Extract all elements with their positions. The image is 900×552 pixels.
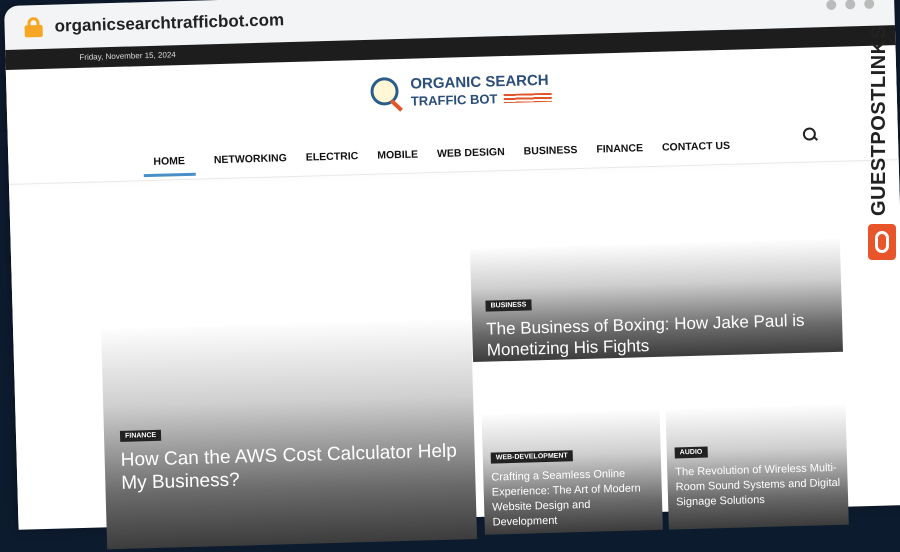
watermark-text: GUESTPOSTLINKS (868, 25, 890, 216)
category-tag[interactable]: WEB-DEVELOPMENT (490, 450, 573, 464)
window-dot-icon[interactable] (864, 0, 875, 9)
main-nav: HOME NETWORKING ELECTRIC MOBILE WEB DESI… (143, 133, 749, 178)
link-icon (868, 224, 896, 260)
magnifier-logo-icon (366, 73, 407, 114)
article-title[interactable]: The Business of Boxing: How Jake Paul is… (486, 309, 843, 361)
category-tag[interactable]: BUSINESS (485, 299, 532, 312)
window-dot-icon[interactable] (826, 0, 837, 11)
article-card[interactable]: BUSINESS The Business of Boxing: How Jak… (469, 238, 843, 363)
article-card[interactable]: FINANCE How Can the AWS Cost Calculator … (101, 319, 478, 550)
nav-item-finance[interactable]: FINANCE (596, 136, 643, 164)
guestpostlinks-watermark: GUESTPOSTLINKS (866, 25, 898, 276)
nav-item-electric[interactable]: ELECTRIC (305, 144, 359, 172)
nav-item-mobile[interactable]: MOBILE (377, 143, 419, 171)
category-tag[interactable]: AUDIO (674, 446, 708, 459)
flag-stripes-icon (503, 92, 552, 104)
window-dot-icon[interactable] (845, 0, 856, 10)
article-title[interactable]: Crafting a Seamless Online Experience: T… (491, 466, 658, 531)
current-date: Friday, November 15, 2024 (79, 50, 176, 62)
article-title[interactable]: How Can the AWS Cost Calculator Help My … (120, 439, 475, 495)
web-page: Friday, November 15, 2024 ORGANIC SEARCH… (5, 25, 900, 550)
nav-item-home[interactable]: HOME (143, 148, 196, 178)
lock-icon (24, 17, 43, 38)
nav-item-business[interactable]: BUSINESS (523, 138, 578, 166)
category-tag[interactable]: FINANCE (119, 429, 162, 442)
nav-item-networking[interactable]: NETWORKING (214, 146, 288, 175)
search-icon[interactable] (802, 127, 819, 141)
nav-item-web-design[interactable]: WEB DESIGN (437, 140, 505, 169)
article-card[interactable]: WEB-DEVELOPMENT Crafting a Seamless Onli… (481, 409, 663, 535)
browser-window: organicsearchtrafficbot.com Friday, Nove… (4, 0, 900, 550)
nav-item-contact-us[interactable]: CONTACT US (662, 134, 731, 163)
window-controls (826, 0, 875, 11)
article-card[interactable]: AUDIO The Revolution of Wireless Multi-R… (665, 404, 849, 530)
site-logo[interactable]: ORGANIC SEARCH TRAFFIC BOT (366, 69, 552, 114)
url-text[interactable]: organicsearchtrafficbot.com (54, 10, 284, 36)
logo-line-2: TRAFFIC BOT (410, 91, 498, 109)
